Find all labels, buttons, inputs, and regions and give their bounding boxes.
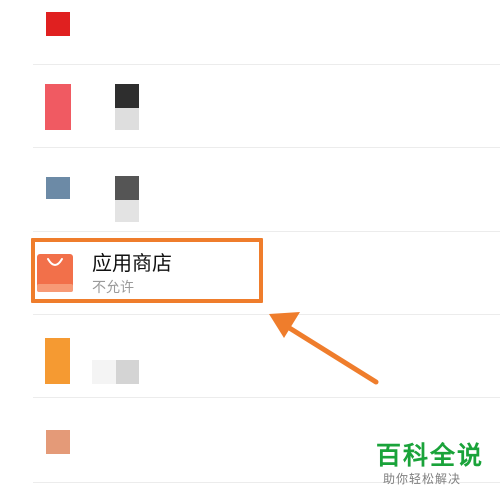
watermark-title: 百科全说 — [376, 441, 485, 470]
watermark-subtitle: 助你轻松解决 — [383, 472, 462, 486]
annotation-arrow — [269, 312, 379, 385]
